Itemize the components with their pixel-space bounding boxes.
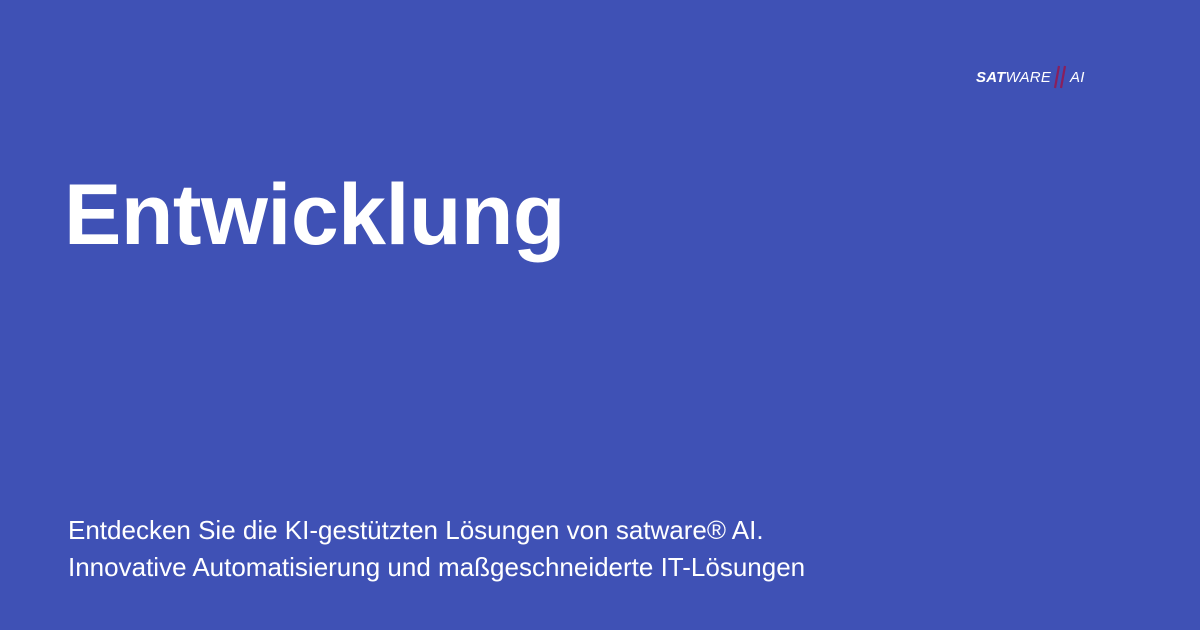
description-line-1: Entdecken Sie die KI-gestützten Lösungen… (68, 515, 764, 545)
satware-ai-logo: SAT WARE AI (976, 64, 1085, 90)
social-card: SAT WARE AI Entwicklung Entdecken Sie di… (0, 0, 1200, 630)
page-title: Entwicklung (64, 167, 565, 263)
logo-text-ware: WARE (1005, 68, 1052, 86)
logo-text-ai: AI (1070, 68, 1085, 86)
logo-double-slash-icon (1053, 65, 1067, 89)
description: Entdecken Sie die KI-gestützten Lösungen… (68, 512, 1128, 586)
logo-text-sat: SAT (976, 68, 1006, 86)
description-line-2: Innovative Automatisierung und maßgeschn… (68, 552, 806, 582)
